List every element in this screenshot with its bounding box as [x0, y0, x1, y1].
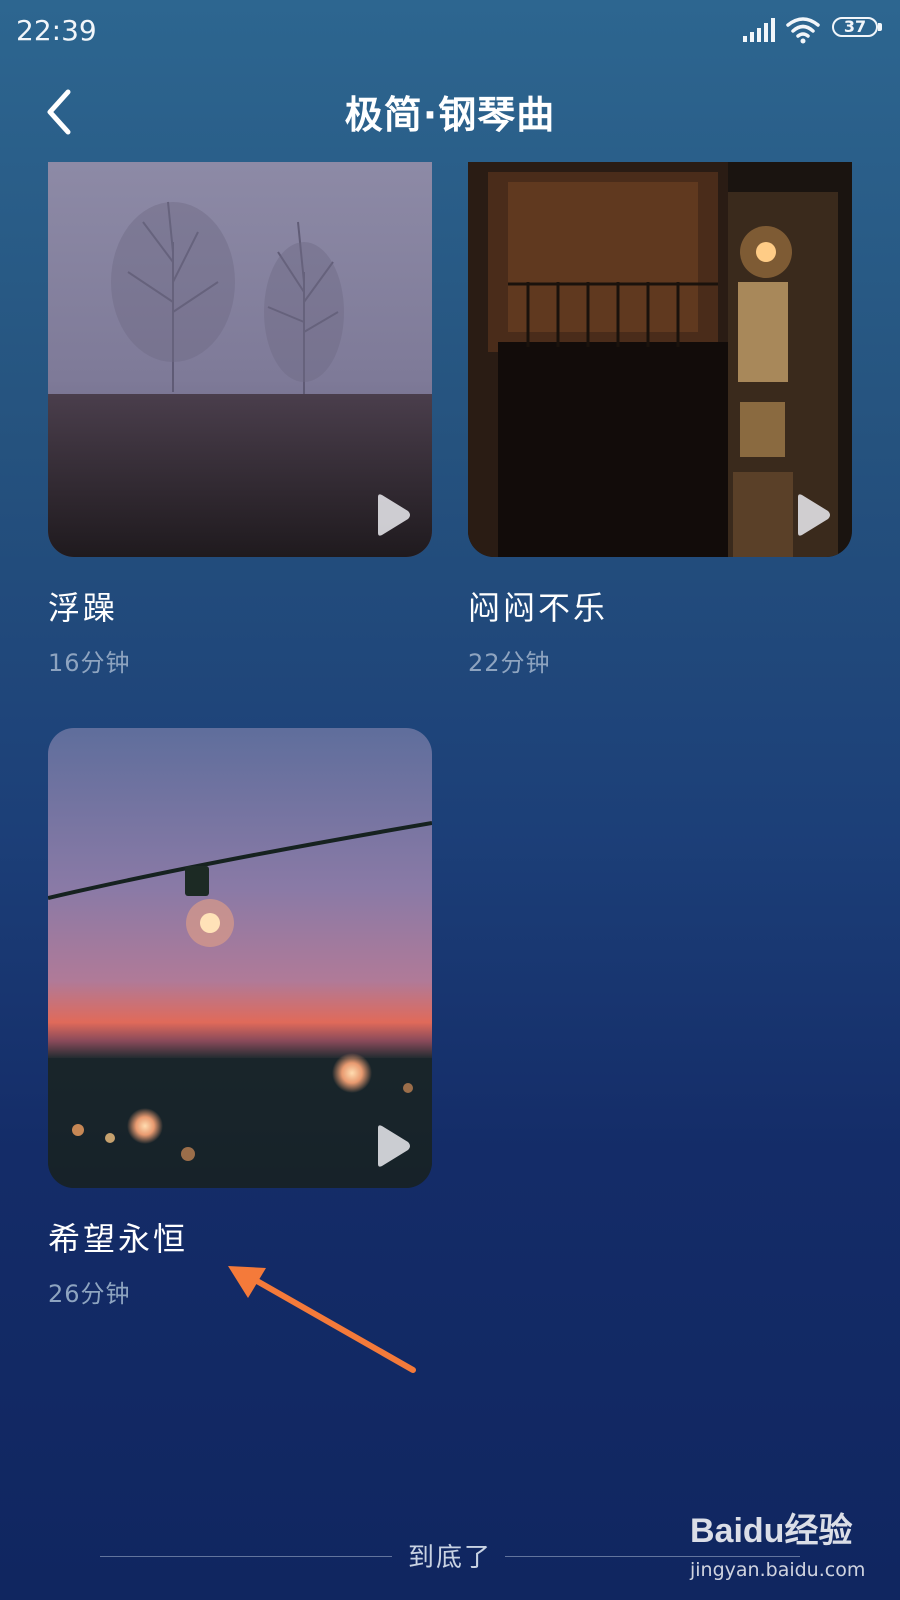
annotation-arrow-icon [228, 1266, 416, 1373]
status-time: 22:39 [16, 14, 97, 47]
track-title: 浮躁 [48, 589, 119, 627]
track-card[interactable]: 浮躁 16分钟 [48, 162, 432, 678]
track-title: 希望永恒 [48, 1220, 189, 1258]
play-icon[interactable] [792, 493, 832, 537]
page-title: 极简·钢琴曲 [344, 93, 556, 137]
track-thumbnail-sunset-lightbulbs[interactable] [48, 728, 432, 1188]
play-icon[interactable] [372, 1124, 412, 1168]
track-thumbnail-night-house[interactable] [468, 162, 852, 557]
battery-level: 37 [843, 17, 867, 36]
track-title: 闷闷不乐 [468, 589, 609, 627]
watermark-url: jingyan.baidu.com [690, 1559, 866, 1581]
track-duration: 22分钟 [468, 649, 551, 677]
status-bar: 22:39 37 [0, 0, 900, 64]
baidu-watermark: Baidu经验 jingyan.baidu.com [690, 1503, 880, 1593]
track-duration: 16分钟 [48, 649, 131, 677]
watermark-brand: Baidu经验 [690, 1512, 853, 1550]
end-of-list-text: 到底了 [407, 1543, 492, 1573]
track-card[interactable]: 希望永恒 26分钟 [48, 728, 432, 1309]
battery-icon: 37 [832, 17, 884, 41]
track-card[interactable]: 闷闷不乐 22分钟 [468, 162, 852, 678]
signal-icon [743, 18, 775, 42]
wifi-icon [786, 17, 820, 44]
play-icon[interactable] [372, 493, 412, 537]
track-thumbnail-foggy-trees[interactable] [48, 162, 432, 557]
divider-line [100, 1556, 392, 1557]
